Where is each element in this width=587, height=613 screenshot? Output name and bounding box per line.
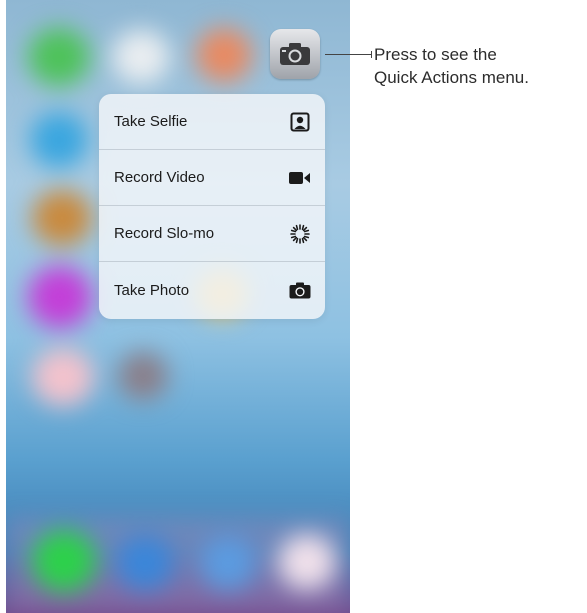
callout-line-2: Quick Actions menu.: [374, 68, 529, 87]
quick-action-label: Record Slo-mo: [114, 225, 215, 242]
blurred-app-icon: [32, 190, 92, 246]
home-screen: Take Selfie Record Video Record Slo-mo T…: [6, 0, 350, 613]
blurred-dock-icon: [278, 534, 336, 590]
camera-icon: [280, 43, 310, 65]
quick-action-label: Take Photo: [114, 281, 190, 299]
video-camera-icon: [289, 167, 311, 189]
quick-action-take-photo[interactable]: Take Photo: [99, 262, 325, 318]
camera-icon: [289, 279, 311, 301]
callout-line-1: Press to see the: [374, 45, 497, 64]
blurred-app-icon: [118, 352, 168, 400]
quick-action-record-video[interactable]: Record Video: [99, 150, 325, 206]
quick-actions-menu: Take Selfie Record Video Record Slo-mo T…: [99, 94, 325, 319]
camera-app-icon[interactable]: [270, 29, 320, 79]
blurred-app-icon: [196, 28, 252, 82]
callout-text: Press to see the Quick Actions menu.: [374, 43, 584, 89]
blurred-dock-icon: [116, 536, 174, 590]
blurred-app-icon: [112, 30, 170, 84]
blurred-app-icon: [32, 348, 94, 406]
quick-action-label: Record Video: [114, 169, 205, 186]
blurred-app-icon: [28, 266, 92, 328]
selfie-portrait-icon: [289, 111, 311, 133]
quick-action-label: Take Selfie: [114, 113, 188, 130]
callout-pointer-tick: [371, 51, 372, 58]
blurred-app-icon: [30, 112, 88, 168]
callout-pointer-line: [325, 54, 371, 55]
slo-mo-icon: [289, 223, 311, 245]
blurred-app-icon: [28, 28, 90, 86]
quick-action-record-slo-mo[interactable]: Record Slo-mo: [99, 206, 325, 262]
blurred-dock-icon: [32, 530, 96, 592]
blurred-dock-icon: [200, 536, 256, 590]
quick-action-take-selfie[interactable]: Take Selfie: [99, 94, 325, 150]
